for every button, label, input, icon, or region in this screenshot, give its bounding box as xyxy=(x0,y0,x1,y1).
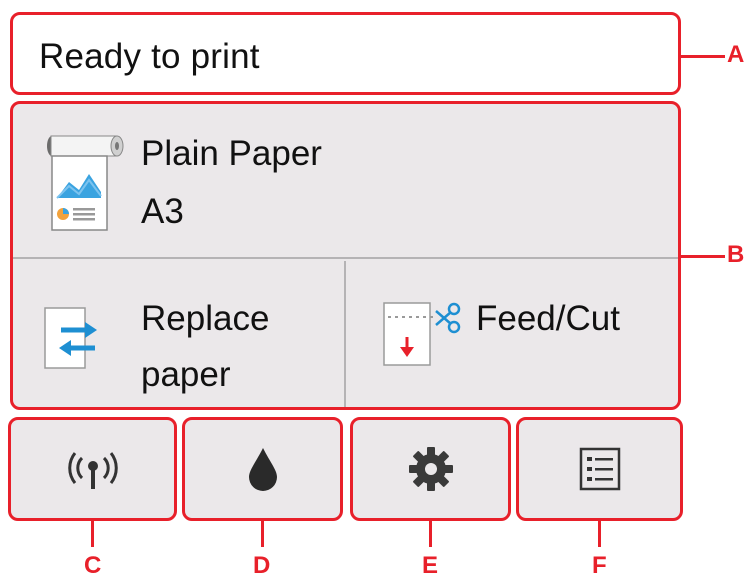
feed-cut-button[interactable]: Feed/Cut xyxy=(348,261,678,407)
callout-e-label: E xyxy=(422,552,439,579)
callout-f-leader xyxy=(598,521,601,547)
status-message: Ready to print xyxy=(39,37,260,76)
replace-paper-icon xyxy=(43,306,103,375)
callout-d-leader xyxy=(261,521,264,547)
callout-b-leader xyxy=(681,255,725,258)
roll-paper-icon xyxy=(43,134,125,237)
callout-c-label: C xyxy=(84,552,102,579)
paper-type-label: Plain Paper xyxy=(141,134,322,173)
callout-a-leader xyxy=(681,55,725,58)
paper-settings-button[interactable]: Plain Paper A3 xyxy=(13,104,678,259)
status-bar: Ready to print xyxy=(10,12,681,95)
settings-button[interactable] xyxy=(350,417,511,521)
callout-c-leader xyxy=(91,521,94,547)
replace-paper-button[interactable]: Replace paper xyxy=(13,261,346,407)
replace-paper-label-line1: Replace xyxy=(141,299,270,338)
feed-cut-icon xyxy=(378,297,468,372)
media-panel: Plain Paper A3 Replace paper Feed/Cut xyxy=(10,101,681,410)
wireless-button[interactable] xyxy=(8,417,177,521)
callout-b-label: B xyxy=(727,241,745,268)
feed-cut-label: Feed/Cut xyxy=(476,299,620,338)
paper-size-label: A3 xyxy=(141,192,184,231)
replace-paper-label-line2: paper xyxy=(141,355,231,394)
ink-button[interactable] xyxy=(182,417,343,521)
callout-e-leader xyxy=(429,521,432,547)
replace-paper-label: Replace paper xyxy=(141,291,269,403)
callout-f-label: F xyxy=(592,552,607,579)
menu-button[interactable] xyxy=(516,417,683,521)
callout-a-label: A xyxy=(727,41,745,68)
callout-d-label: D xyxy=(253,552,271,579)
